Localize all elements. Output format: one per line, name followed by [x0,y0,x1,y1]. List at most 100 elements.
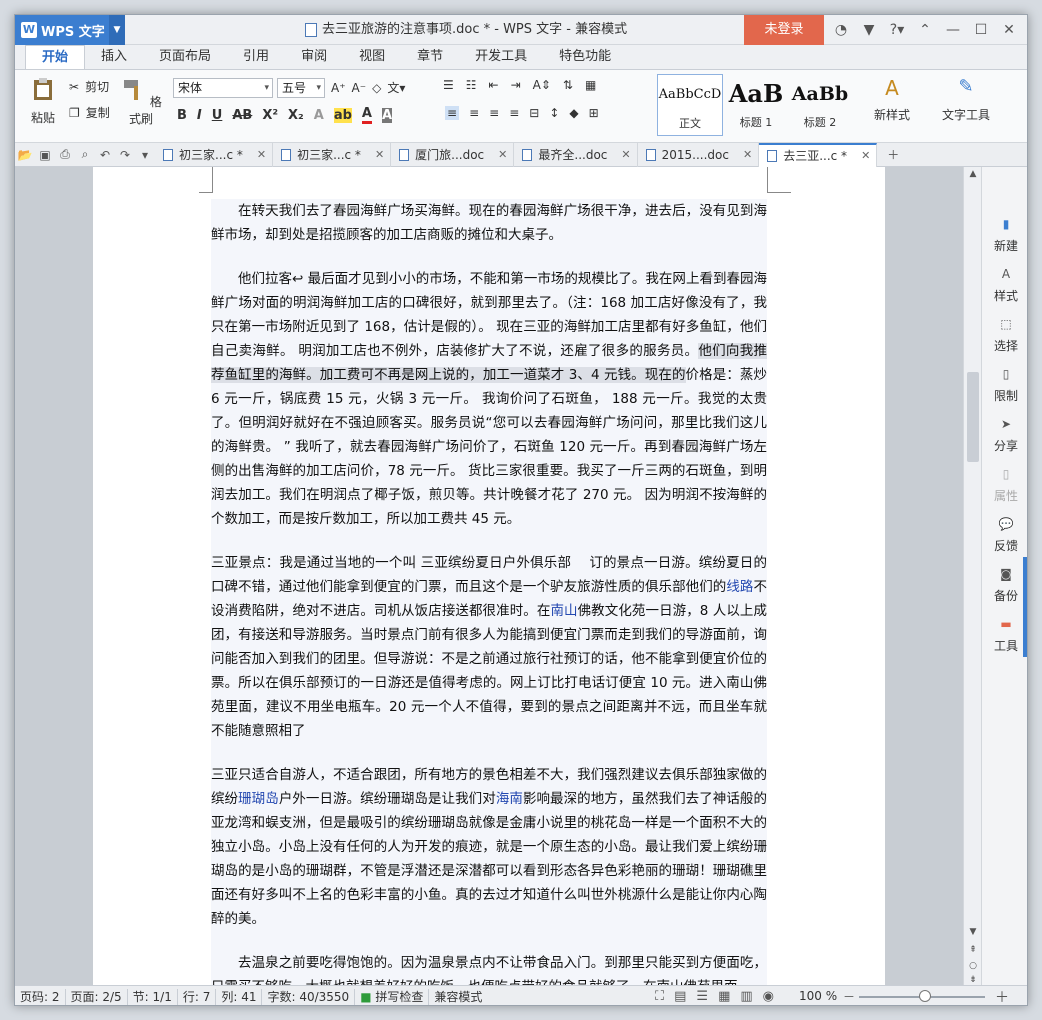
undo-icon[interactable]: ↶ [95,143,115,167]
table-borders-icon[interactable]: ▦ [585,78,596,92]
minimize-icon[interactable]: — [939,15,967,45]
fullscreen-view-icon[interactable]: ⛶ [655,989,664,1004]
doc-tab[interactable]: 2015....doc ✕ [638,142,760,167]
new-style-button[interactable]: A 新样式 [867,76,917,123]
tab-insert[interactable]: 插入 [85,45,143,69]
format-painter-button[interactable]: 格式刷 [119,76,163,127]
panel-style[interactable]: A 样式 [982,267,1027,304]
help-icon[interactable]: ?▾ [883,15,911,45]
skin-icon[interactable]: ◔ [827,15,855,45]
increase-indent-icon[interactable]: ⇥ [511,78,521,92]
panel-tools[interactable]: ▬ 工具 [982,617,1027,654]
close-tab-icon[interactable]: ✕ [621,143,630,167]
scroll-thumb[interactable] [967,372,979,462]
shrink-font-icon[interactable]: A⁻ [352,81,367,95]
doc-tab[interactable]: 初三家...c * ✕ [273,142,392,167]
doc-tab[interactable]: 最齐全...doc ✕ [514,142,638,167]
reading-view-icon[interactable]: ▥ [740,989,752,1004]
bullet-list-icon[interactable]: ☰ [443,78,454,92]
hyperlink[interactable]: 珊瑚岛 [238,791,279,807]
bold-icon[interactable]: B [177,108,187,123]
align-left-icon[interactable]: ≡ [445,106,460,120]
print-preview-icon[interactable]: ⌕ [75,143,95,167]
panel-feedback[interactable]: 💬 反馈 [982,517,1027,554]
close-tab-icon[interactable]: ✕ [498,143,507,167]
panel-properties[interactable]: ▯ 属性 [982,467,1027,504]
font-size-select[interactable]: 五号 [277,78,325,98]
doc-tab[interactable]: 初三家...c * ✕ [155,142,274,167]
more-icon[interactable]: ▾ [135,143,155,167]
tab-chapter[interactable]: 章节 [401,45,459,69]
maximize-icon[interactable]: ☐ [967,15,995,45]
text-tools-button[interactable]: ✎ 文字工具 [933,76,999,123]
login-button[interactable]: 未登录 [744,15,824,45]
next-page-icon[interactable]: ⇟ [964,975,982,985]
close-icon[interactable]: ✕ [995,15,1023,45]
vertical-scrollbar[interactable]: ▲ ▼ ⇞ ○ ⇟ [963,167,981,985]
tab-references[interactable]: 引用 [227,45,285,69]
collapse-ribbon-icon[interactable]: ⌃ [911,15,939,45]
copy-button[interactable]: ❐ 复制 [69,104,110,121]
app-menu-button[interactable]: W WPS 文字 ▼ [15,15,125,45]
spellcheck-toggle[interactable]: ■ 拼写检查 [355,988,430,1005]
border-icon[interactable]: ⊞ [589,106,599,120]
close-tab-icon[interactable]: ✕ [375,143,384,167]
doc-tab-active[interactable]: 去三亚...c * ✕ [759,142,878,168]
italic-icon[interactable]: I [197,108,202,123]
align-right-icon[interactable]: ≡ [489,106,499,120]
zoom-slider[interactable] [859,990,985,1002]
text-effect-icon[interactable]: A [314,108,324,123]
web-view-icon[interactable]: ▦ [718,989,730,1004]
shirt-icon[interactable]: ▼ [855,15,883,45]
zoom-level[interactable]: 100 % [799,989,837,1003]
doc-tab[interactable]: 厦门旅...doc ✕ [391,142,515,167]
grow-font-icon[interactable]: A⁺ [331,81,346,95]
align-center-icon[interactable]: ≡ [469,106,479,120]
sort-icon[interactable]: ⇅ [563,78,573,92]
tab-developer[interactable]: 开发工具 [459,45,543,69]
open-icon[interactable]: 📂 [15,143,35,167]
hyperlink[interactable]: 海南 [496,791,523,807]
panel-select[interactable]: ⬚ 选择 [982,317,1027,354]
panel-restrict[interactable]: ▯ 限制 [982,367,1027,404]
char-shading-icon[interactable]: A [381,107,393,123]
outline-view-icon[interactable]: ☰ [696,989,708,1004]
status-word-count[interactable]: 字数: 40/3550 [262,988,356,1005]
font-color-icon[interactable]: A [361,106,372,124]
tab-features[interactable]: 特色功能 [543,45,627,69]
close-tab-icon[interactable]: ✕ [743,143,752,167]
print-icon[interactable]: ⎙ [55,143,75,167]
save-icon[interactable]: ▣ [35,143,55,167]
tab-page-layout[interactable]: 页面布局 [143,45,227,69]
decrease-indent-icon[interactable]: ⇤ [489,78,499,92]
panel-collapse-handle[interactable] [1023,557,1027,657]
clear-format-icon[interactable]: ◇ [372,81,381,95]
hyperlink[interactable]: 南山 [550,603,577,619]
panel-share[interactable]: ➤ 分享 [982,417,1027,454]
close-tab-icon[interactable]: ✕ [257,143,266,167]
panel-new[interactable]: ▮ 新建 [982,217,1027,254]
line-spacing-icon[interactable]: ↕ [549,106,559,120]
close-tab-icon[interactable]: ✕ [861,144,870,168]
highlight-icon[interactable]: ab [333,107,352,123]
style-heading2[interactable]: AaBb 标题 2 [787,74,853,136]
subscript-icon[interactable]: X₂ [288,108,304,123]
hyperlink[interactable]: 线路 [726,579,753,595]
select-browse-icon[interactable]: ○ [964,961,982,971]
tab-review[interactable]: 审阅 [285,45,343,69]
zoom-out-icon[interactable]: － [843,988,855,1005]
chevron-down-icon[interactable]: ▼ [109,15,125,45]
page-view-icon[interactable]: ▤ [674,989,686,1004]
zoom-in-icon[interactable]: ＋ [995,987,1009,1005]
shading-icon[interactable]: ◆ [569,106,578,120]
prev-page-icon[interactable]: ⇞ [964,945,982,955]
chinese-layout-icon[interactable]: A⇕ [533,78,551,92]
numbered-list-icon[interactable]: ☷ [466,78,477,92]
scroll-up-icon[interactable]: ▲ [964,169,982,179]
cut-button[interactable]: ✂ 剪切 [69,78,109,95]
style-normal[interactable]: AaBbCcD 正文 [657,74,723,136]
distribute-icon[interactable]: ⊟ [529,106,539,120]
zoom-slider-knob[interactable] [918,990,931,1002]
redo-icon[interactable]: ↷ [115,143,135,167]
tab-home[interactable]: 开始 [25,45,86,69]
